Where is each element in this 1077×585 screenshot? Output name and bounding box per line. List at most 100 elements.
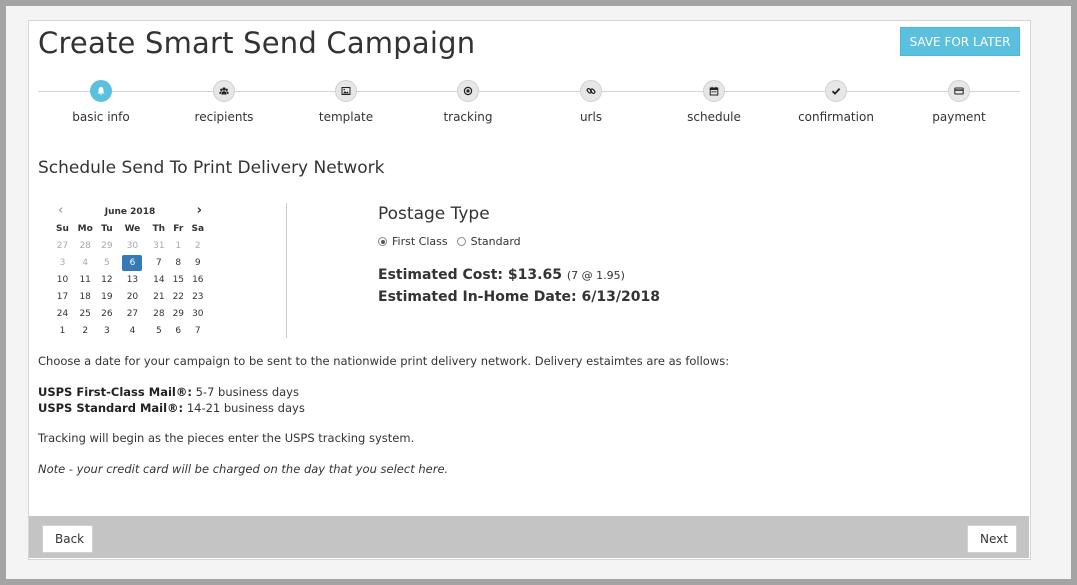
- postage-options: First Class Standard: [378, 235, 660, 248]
- calendar-day[interactable]: 27: [52, 237, 73, 254]
- calendar-day-selected[interactable]: 6: [116, 254, 148, 271]
- calendar-day[interactable]: 20: [116, 288, 148, 305]
- calendar-day[interactable]: 2: [188, 237, 208, 254]
- calendar-day[interactable]: 21: [149, 288, 169, 305]
- calendar-day[interactable]: 4: [116, 322, 148, 339]
- calendar-day[interactable]: 25: [73, 305, 98, 322]
- calendar-day[interactable]: 17: [52, 288, 73, 305]
- step-urls[interactable]: urls: [531, 80, 651, 124]
- calendar-day[interactable]: 4: [73, 254, 98, 271]
- radio-unchecked-icon[interactable]: [456, 237, 466, 246]
- step-recipients[interactable]: recipients: [164, 80, 284, 124]
- calendar-day[interactable]: 22: [169, 288, 188, 305]
- back-button[interactable]: Back: [42, 525, 93, 553]
- estimated-cost-label: Estimated Cost:: [378, 267, 504, 283]
- calendar-day[interactable]: 14: [149, 271, 169, 288]
- wizard-footer: Back Next: [29, 516, 1029, 558]
- calendar-day[interactable]: 29: [169, 305, 188, 322]
- calendar-day[interactable]: 19: [97, 288, 116, 305]
- calendar-day[interactable]: 3: [52, 254, 73, 271]
- calendar-day[interactable]: 18: [73, 288, 98, 305]
- calendar-day[interactable]: 15: [169, 271, 188, 288]
- step-template[interactable]: template: [286, 80, 406, 124]
- step-label: payment: [932, 110, 986, 124]
- calendar-day[interactable]: 9: [188, 254, 208, 271]
- calendar-day[interactable]: 5: [97, 254, 116, 271]
- step-confirmation[interactable]: confirmation: [776, 80, 896, 124]
- step-payment[interactable]: payment: [899, 80, 1019, 124]
- calendar-day[interactable]: 31: [149, 237, 169, 254]
- step-label: recipients: [194, 110, 254, 124]
- step-label: confirmation: [798, 110, 874, 124]
- postage-type-title: Postage Type: [378, 204, 490, 224]
- step-label: schedule: [687, 110, 741, 124]
- image-icon: [335, 80, 357, 102]
- calendar-day[interactable]: 29: [97, 237, 116, 254]
- weekday-label: Th: [152, 224, 166, 234]
- calendar-day[interactable]: 1: [169, 237, 188, 254]
- inhome-value: 6/13/2018: [581, 289, 660, 305]
- schedule-intro-text: Choose a date for your campaign to be se…: [38, 354, 730, 368]
- calendar-day[interactable]: 3: [97, 322, 116, 339]
- link-icon: [580, 80, 602, 102]
- radio-standard[interactable]: Standard: [456, 235, 521, 248]
- step-label: basic info: [72, 110, 130, 124]
- step-tracking[interactable]: tracking: [408, 80, 528, 124]
- estimated-cost: Estimated Cost: $13.65 (7 @ 1.95): [378, 267, 660, 283]
- calendar-icon: [703, 80, 725, 102]
- calendar-day[interactable]: 7: [149, 254, 169, 271]
- radio-first-class[interactable]: First Class: [378, 235, 448, 248]
- chevron-left-icon[interactable]: ‹: [58, 204, 63, 218]
- standard-label: USPS Standard Mail®:: [38, 401, 184, 415]
- calendar-day[interactable]: 28: [149, 305, 169, 322]
- calendar-day[interactable]: 7: [188, 322, 208, 339]
- radio-label: Standard: [470, 235, 521, 248]
- step-schedule[interactable]: schedule: [654, 80, 774, 124]
- date-picker: ‹ June 2018 › Su Mo Tu We Th Fr Sa 27 28…: [52, 204, 208, 339]
- target-icon: [457, 80, 479, 102]
- calendar-day[interactable]: 6: [169, 322, 188, 339]
- calendar-day[interactable]: 28: [73, 237, 98, 254]
- inhome-label: Estimated In-Home Date:: [378, 289, 577, 305]
- calendar-day[interactable]: 24: [52, 305, 73, 322]
- calendar-day[interactable]: 5: [149, 322, 169, 339]
- calendar-day[interactable]: 2: [73, 322, 98, 339]
- calendar-day[interactable]: 13: [116, 271, 148, 288]
- estimated-cost-value: $13.65: [507, 267, 562, 283]
- calendar-month-label[interactable]: June 2018: [105, 207, 155, 217]
- calendar-day[interactable]: 1: [52, 322, 73, 339]
- credit-card-charge-note: Note - your credit card will be charged …: [38, 462, 449, 476]
- calendar-day[interactable]: 30: [188, 305, 208, 322]
- calendar-day[interactable]: 11: [73, 271, 98, 288]
- calendar-header: ‹ June 2018 ›: [52, 204, 208, 220]
- calendar-day[interactable]: 23: [188, 288, 208, 305]
- chevron-right-icon[interactable]: ›: [197, 204, 202, 218]
- radio-label: First Class: [392, 235, 448, 248]
- radio-checked-icon[interactable]: [378, 237, 387, 246]
- next-button[interactable]: Next: [967, 525, 1017, 553]
- bell-icon: [90, 80, 112, 102]
- calendar-day[interactable]: 16: [188, 271, 208, 288]
- step-basic-info[interactable]: basic info: [41, 80, 161, 124]
- estimated-inhome-date: Estimated In-Home Date: 6/13/2018: [378, 289, 660, 305]
- calendar-day[interactable]: 10: [52, 271, 73, 288]
- calendar-day[interactable]: 26: [97, 305, 116, 322]
- weekday-label: Su: [56, 224, 69, 234]
- calendar-day[interactable]: 30: [116, 237, 148, 254]
- calendar-day[interactable]: 8: [169, 254, 188, 271]
- page-title: Create Smart Send Campaign: [38, 26, 476, 60]
- check-icon: [825, 80, 847, 102]
- weekday-label: Fr: [173, 224, 184, 234]
- weekday-label: Mo: [77, 224, 93, 234]
- estimated-cost-detail: (7 @ 1.95): [566, 269, 625, 282]
- calendar-grid: Su Mo Tu We Th Fr Sa 27 28 29 30 31 1 2 …: [52, 221, 208, 339]
- calendar-day[interactable]: 12: [97, 271, 116, 288]
- tracking-note: Tracking will begin as the pieces enter …: [38, 431, 415, 445]
- step-label: urls: [579, 110, 603, 124]
- first-class-value: 5-7 business days: [195, 385, 299, 399]
- calendar-day[interactable]: 27: [116, 305, 148, 322]
- save-for-later-button[interactable]: SAVE FOR LATER: [900, 27, 1020, 56]
- section-title: Schedule Send To Print Delivery Network: [38, 158, 385, 178]
- weekday-label: Tu: [101, 224, 113, 234]
- selected-day-label: 6: [122, 254, 143, 271]
